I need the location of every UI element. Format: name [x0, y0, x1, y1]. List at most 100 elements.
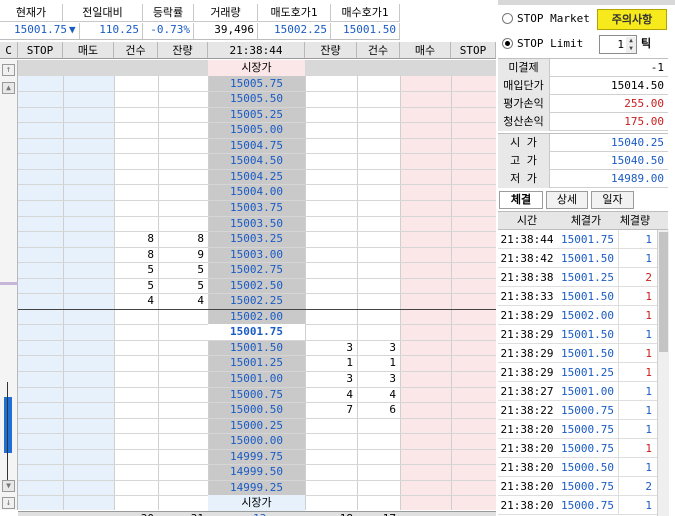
right-panel: STOP Market 주의사항 STOP Limit 1 ▲ ▼ 틱 미결제 -…: [498, 0, 675, 516]
trade-scroll-thumb[interactable]: [659, 232, 668, 352]
price-cell: 15004.75: [230, 139, 283, 152]
tick-label: 틱: [641, 37, 652, 50]
stepper-down-icon[interactable]: ▼: [626, 45, 636, 53]
sell-count-cell: 8: [147, 232, 154, 245]
total-diff: -13: [208, 511, 305, 516]
ohlc-table: 시 가 15040.25 고 가 15040.50 저 가 14989.00: [498, 133, 668, 188]
change-value: 110.25: [80, 23, 143, 39]
sell-remain-cell: 5: [197, 279, 204, 292]
position-value: 15014.50: [611, 79, 664, 92]
price-cell: 15003.50: [230, 217, 283, 230]
position-label: 평가손익: [498, 95, 550, 113]
stepper-up-icon[interactable]: ▲: [626, 37, 636, 45]
price-cell: 15001.50: [230, 341, 283, 354]
price-cell: 15002.25: [230, 294, 283, 307]
trade-row: 21:38:20 15000.75 1: [498, 420, 658, 439]
trade-price: 15000.75: [561, 404, 614, 417]
header-sell-remain: 잔량: [158, 42, 208, 59]
ohlc-value: 15040.50: [611, 154, 664, 167]
trade-price: 15001.50: [561, 290, 614, 303]
position-value: 255.00: [624, 97, 664, 110]
trade-price: 15001.50: [561, 347, 614, 360]
market-price-top[interactable]: 시장가: [208, 60, 305, 76]
trade-qty: 1: [618, 325, 654, 344]
stop-limit-radio[interactable]: [502, 38, 513, 49]
position-table: 미결제 -1 매입단가 15014.50 평가손익 255.00 청산손익 175.00: [498, 58, 668, 131]
buy-remain-cell: 7: [346, 403, 353, 416]
ohlc-label: 시 가: [498, 134, 550, 152]
trade-row: 21:38:29 15002.00 1: [498, 306, 658, 325]
trade-row: 21:38:38 15001.25 2: [498, 268, 658, 287]
total-buy-count: 17: [357, 511, 400, 516]
stop-sell-column[interactable]: [18, 60, 63, 510]
sell-count-cell: 4: [147, 294, 154, 307]
header-current-price: 현재가: [0, 4, 63, 21]
trade-qty: 1: [618, 496, 654, 515]
trade-time: 21:38:42: [500, 252, 554, 265]
trade-time: 21:38:29: [500, 366, 554, 379]
trade-time: 21:38:29: [500, 347, 554, 360]
ohlc-label: 고 가: [498, 152, 550, 170]
ohlc-row: 시 가 15040.25: [498, 134, 668, 152]
price-cell: 15004.00: [230, 185, 283, 198]
position-value: 175.00: [624, 115, 664, 128]
trade-qty: 1: [618, 363, 654, 382]
scroll-up-icon[interactable]: ▲: [2, 82, 15, 94]
trade-price: 15001.25: [561, 271, 614, 284]
scroll-down-icon[interactable]: ▼: [2, 480, 15, 492]
trade-price: 15001.50: [561, 328, 614, 341]
ohlc-value: 15040.25: [611, 136, 664, 149]
quote-bar: 현재가 전일대비 등락률 거래량 매도호가1 매수호가1 15001.75 ▼ 1…: [0, 0, 400, 40]
stop-market-label: STOP Market: [517, 12, 590, 25]
tab-detail[interactable]: 상세: [546, 191, 588, 209]
trade-row: 21:38:20 15000.50 1: [498, 458, 658, 477]
tick-stepper[interactable]: 1 ▲ ▼: [599, 35, 637, 54]
price-cell: 15003.25: [230, 232, 283, 245]
scroll-top-icon[interactable]: ↑: [2, 64, 15, 76]
price-cell: 15000.75: [230, 388, 283, 401]
trade-price: 15002.00: [561, 309, 614, 322]
tick-stepper-value[interactable]: 1: [600, 36, 624, 53]
trade-row: 21:38:44 15001.75 1: [498, 230, 658, 249]
buy-order-column[interactable]: [400, 60, 451, 510]
price-cell: 15000.25: [230, 419, 283, 432]
stop-market-radio[interactable]: [502, 13, 513, 24]
price-cell: 15004.25: [230, 170, 283, 183]
position-label: 매입단가: [498, 77, 550, 95]
buy-count-cell: 3: [389, 341, 396, 354]
trade-header-time: 시간: [516, 214, 538, 227]
trade-time: 21:38:20: [500, 423, 554, 436]
notice-button[interactable]: 주의사항: [597, 9, 667, 30]
trade-list: 21:38:44 15001.75 1 21:38:42 15001.50 1 21:38:…: [498, 230, 658, 516]
ohlc-row: 고 가 15040.50: [498, 152, 668, 170]
header-change: 전일대비: [63, 4, 143, 21]
trade-row: 21:38:20 15000.75 1: [498, 439, 658, 458]
trade-time: 21:38:38: [500, 271, 554, 284]
trade-header: 시간 체결가 체결량: [498, 211, 668, 230]
price-cell: 15004.50: [230, 154, 283, 167]
sell-order-column[interactable]: [63, 60, 114, 510]
position-row: 미결제 -1: [498, 59, 668, 77]
price-cell: 14999.75: [230, 450, 283, 463]
ask1-value: 15002.25: [258, 23, 331, 39]
change-rate-value: -0.73%: [143, 23, 194, 39]
header-ask1: 매도호가1: [258, 4, 331, 21]
market-price-bottom[interactable]: 시장가: [208, 495, 305, 511]
tab-daily[interactable]: 일자: [591, 191, 634, 209]
volume-bar: [4, 397, 12, 453]
trade-time: 21:38:29: [500, 328, 554, 341]
price-cell: 15000.00: [230, 434, 283, 447]
order-ladder: C ↑ ▲ ▼ ↓ STOP 매도 건수 잔량 21:38:44 잔량 건수 매…: [0, 42, 496, 516]
tab-execution[interactable]: 체결: [499, 191, 543, 209]
volume-value: 39,496: [194, 23, 258, 39]
buy-count-cell: 1: [389, 356, 396, 369]
trade-time: 21:38:20: [500, 480, 554, 493]
position-row: 청산손익 175.00: [498, 113, 668, 131]
buy-remain-cell: 3: [346, 372, 353, 385]
scroll-bottom-icon[interactable]: ↓: [2, 497, 15, 509]
price-cell: 15003.75: [230, 201, 283, 214]
price-cell: 15005.50: [230, 92, 283, 105]
stop-buy-column[interactable]: [451, 60, 496, 510]
trade-scrollbar[interactable]: [657, 230, 669, 516]
trade-price: 15000.75: [561, 442, 614, 455]
